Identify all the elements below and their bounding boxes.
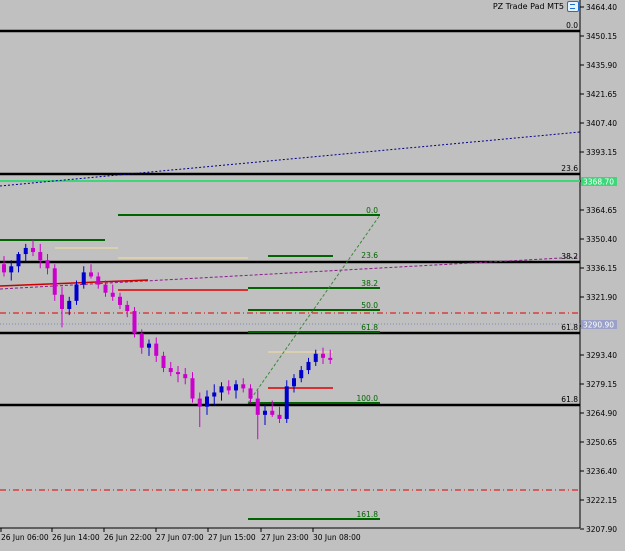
price-tick-label: 3350.40 [586, 235, 617, 244]
price-tick-label: 3464.40 [586, 3, 617, 12]
candle-body [212, 392, 217, 397]
price-tick-label: 3293.40 [586, 351, 617, 360]
fib-label: 38.2 [361, 279, 378, 288]
candle-body [147, 343, 151, 348]
candle-body [103, 284, 108, 293]
candle-body [168, 368, 173, 373]
candle-body [284, 386, 289, 419]
candle-body [52, 268, 57, 295]
time-tick-label: 27 Jun 23:00 [261, 533, 309, 542]
price-tick-label: 3364.65 [586, 206, 617, 215]
time-tick-label: 30 Jun 08:00 [313, 533, 361, 542]
candle-body [299, 370, 304, 379]
candlestick-series [2, 239, 333, 440]
candle-body [154, 343, 159, 356]
price-tick-label: 3407.40 [586, 119, 617, 128]
candle-body [45, 260, 50, 269]
candle-body [183, 374, 188, 379]
price-tick-label: 3421.65 [586, 90, 617, 99]
price-tick-label: 3279.15 [586, 380, 617, 389]
blue-trendline[interactable] [0, 131, 581, 187]
time-tick-label: 26 Jun 06:00 [1, 533, 49, 542]
candle-body [139, 333, 144, 348]
fib-label: 161.8 [357, 510, 379, 519]
price-tick-label: 3450.15 [586, 32, 617, 41]
price-tick-label: 3250.65 [586, 438, 617, 447]
candle-body [31, 247, 35, 253]
candle-body [205, 396, 209, 407]
candle-body [219, 386, 224, 393]
fib-level-label: 61.8 [561, 323, 578, 332]
candle-body [321, 353, 325, 358]
candle-body [328, 357, 333, 360]
candle-body [38, 252, 43, 261]
fib-label: 61.8 [361, 323, 378, 332]
candle-body [67, 300, 72, 310]
candle-body [197, 398, 202, 407]
candle-body [89, 272, 93, 277]
candle-body [110, 292, 115, 297]
fib-label: 50.0 [361, 301, 378, 310]
fib-level-label: 0.0 [566, 21, 578, 30]
candle-body [190, 378, 195, 399]
candle-body [306, 361, 311, 371]
green-level-price: 3368.70 [583, 178, 614, 187]
red-trend-segment[interactable] [0, 279, 149, 287]
candle-body [292, 378, 296, 387]
price-chart[interactable]: 0.0 23.6 38.2 50.0 61.8 100.0 161.8 0.0 … [0, 0, 625, 551]
candle-body [9, 266, 14, 273]
time-tick-label: 26 Jun 22:00 [104, 533, 152, 542]
fib-label: 0.0 [366, 206, 378, 215]
candle-body [313, 353, 318, 362]
candle-body [23, 247, 28, 255]
price-tick-label: 3236.40 [586, 467, 617, 476]
chart-window[interactable]: PZ Trade Pad MT5 0.0 23.6 38.2 50.0 61.8… [0, 0, 625, 551]
price-tick-label: 3207.90 [586, 525, 617, 534]
fib-label: 100.0 [357, 394, 379, 403]
price-tick-label: 3264.90 [586, 409, 617, 418]
candle-body [234, 384, 238, 391]
price-axis[interactable]: 3464.40 3450.15 3435.90 3421.65 3407.40 3393.… [580, 3, 617, 551]
candle-body [81, 272, 86, 285]
fib-level-label: 38.2 [561, 252, 578, 261]
candle-body [118, 296, 122, 305]
candle-body [263, 410, 267, 415]
candle-body [74, 284, 79, 301]
fib-level-label: 23.6 [561, 164, 578, 173]
fib-label: 23.6 [361, 251, 378, 260]
candle-body [226, 386, 231, 391]
candle-body [2, 264, 6, 273]
candle-body [132, 311, 137, 334]
candle-body [125, 304, 130, 312]
current-price: 3290.90 [583, 321, 614, 330]
price-tick-label: 3393.15 [586, 148, 617, 157]
price-tick-label: 3321.90 [586, 293, 617, 302]
time-tick-label: 27 Jun 07:00 [156, 533, 204, 542]
candle-body [16, 254, 21, 267]
candle-body [277, 414, 282, 419]
candle-body [161, 355, 166, 369]
time-axis[interactable]: 26 Jun 06:00 26 Jun 14:00 26 Jun 22:00 27 J… [0, 528, 361, 542]
candle-body [270, 410, 275, 415]
time-tick-label: 26 Jun 14:00 [52, 533, 100, 542]
candle-body [255, 398, 260, 415]
price-tick-label: 3435.90 [586, 61, 617, 70]
price-tick-label: 3222.15 [586, 496, 617, 505]
candle-body [241, 384, 246, 389]
time-tick-label: 27 Jun 15:00 [208, 533, 256, 542]
price-tick-label: 3336.15 [586, 264, 617, 273]
candle-body [248, 388, 253, 399]
candle-body [96, 276, 101, 285]
fib-level-label: 61.8 [561, 395, 578, 404]
candle-body [176, 372, 180, 375]
candle-body [60, 294, 64, 310]
